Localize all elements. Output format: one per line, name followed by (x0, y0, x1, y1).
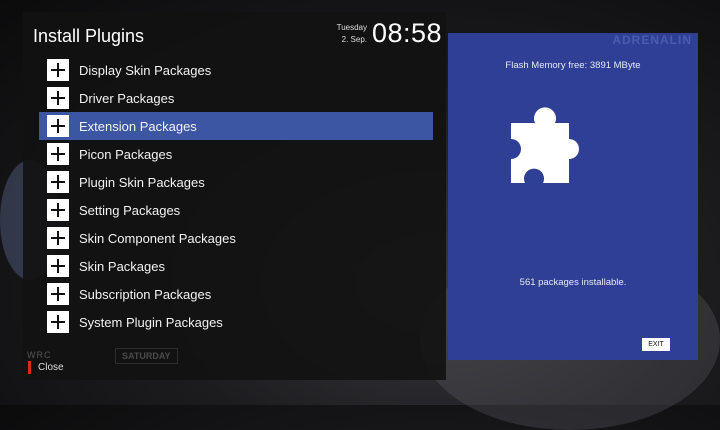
plugin-category-label: Display Skin Packages (79, 62, 212, 78)
close-label: Close (38, 362, 64, 373)
plugin-category-label: Plugin Skin Packages (79, 174, 205, 190)
channel-tag: SATURDAY (115, 348, 178, 364)
plus-icon (47, 143, 69, 165)
date-display: Tuesday 2. Sep. (323, 22, 367, 46)
plus-icon (47, 227, 69, 249)
plugin-category-label: Setting Packages (79, 202, 181, 218)
memory-status: Flash Memory free: 3891 MByte (505, 60, 641, 71)
info-panel: ADRENALIN Flash Memory free: 3891 MByte … (448, 33, 698, 360)
plugin-category-label: Picon Packages (79, 146, 173, 162)
plugin-category-label: System Plugin Packages (79, 314, 223, 330)
plus-icon (47, 59, 69, 81)
day-label: Tuesday (336, 23, 367, 32)
plus-icon (47, 255, 69, 277)
plus-icon (47, 171, 69, 193)
brand-logo: ADRENALIN (612, 33, 692, 47)
plugin-panel: Install Plugins Tuesday 2. Sep. 08:58 Di… (23, 12, 446, 380)
plugin-category-item[interactable]: Picon Packages (39, 140, 433, 168)
plus-icon (47, 115, 69, 137)
plugin-category-label: Driver Packages (79, 90, 175, 106)
puzzle-piece-icon (511, 107, 579, 183)
clock: 08:58 (372, 18, 443, 48)
plugin-category-item[interactable]: Plugin Skin Packages (39, 168, 433, 196)
plugin-category-label: Extension Packages (79, 118, 197, 134)
plugin-category-item[interactable]: Driver Packages (39, 84, 433, 112)
plus-icon (47, 283, 69, 305)
plugin-category-item[interactable]: Subscription Packages (39, 280, 433, 308)
plugin-category-label: Subscription Packages (79, 286, 212, 302)
plugin-list: Display Skin Packages Driver Packages Exte… (39, 56, 433, 336)
plus-icon (47, 87, 69, 109)
plugin-category-item[interactable]: System Plugin Packages (39, 308, 433, 336)
plugin-category-item[interactable]: Setting Packages (39, 196, 433, 224)
close-button[interactable]: Close (28, 361, 64, 374)
plus-icon (47, 199, 69, 221)
plugin-category-label: Skin Packages (79, 258, 165, 274)
plugin-category-item[interactable]: Display Skin Packages (39, 56, 433, 84)
plus-icon (47, 311, 69, 333)
red-key-icon (28, 361, 31, 374)
packages-count: 561 packages installable. (519, 277, 627, 288)
plugin-category-item[interactable]: Skin Component Packages (39, 224, 433, 252)
plugin-category-item[interactable]: Extension Packages (39, 112, 433, 140)
plugin-category-item[interactable]: Skin Packages (39, 252, 433, 280)
exit-button[interactable]: EXIT (642, 338, 670, 351)
page-title: Install Plugins (33, 26, 145, 46)
plugin-category-label: Skin Component Packages (79, 230, 236, 246)
channel-logo: WRC (27, 350, 52, 360)
date-label: 2. Sep. (341, 35, 367, 44)
